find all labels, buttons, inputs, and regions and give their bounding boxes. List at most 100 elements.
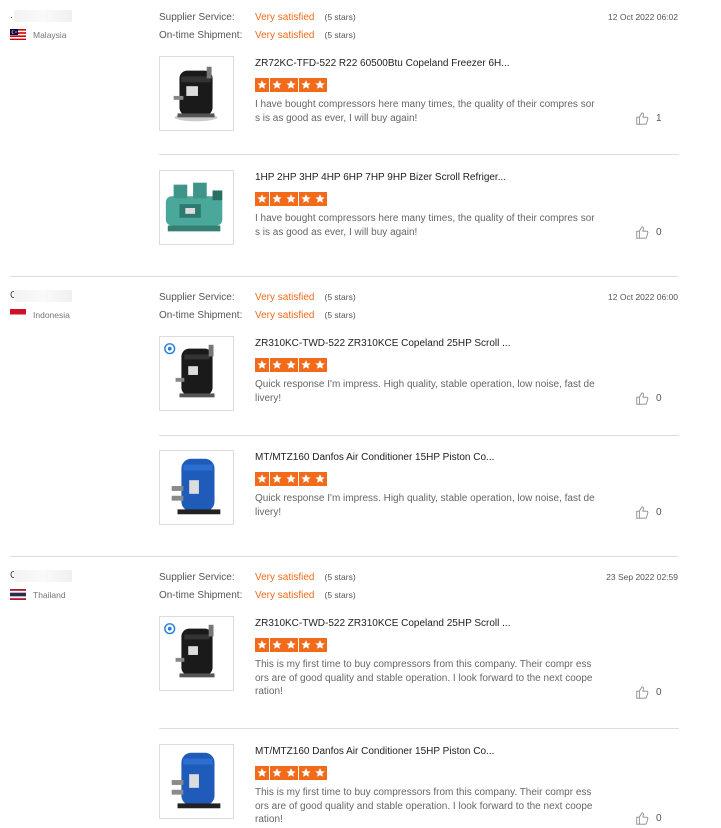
like-button[interactable]: 0 xyxy=(635,811,662,825)
indonesia-flag-icon xyxy=(10,309,26,320)
star-icon xyxy=(284,472,298,486)
product-thumbnail[interactable] xyxy=(159,56,234,131)
like-count: 0 xyxy=(656,812,662,824)
star-icon xyxy=(313,638,327,652)
star-icon xyxy=(298,472,313,486)
product-rating-stars xyxy=(255,472,328,486)
review-date: 12 Oct 2022 06:02 xyxy=(608,12,678,22)
review-date: 23 Sep 2022 02:59 xyxy=(606,572,678,582)
star-icon xyxy=(298,192,313,206)
star-icon xyxy=(313,78,327,92)
like-button[interactable]: 0 xyxy=(635,505,662,519)
product-title[interactable]: MT/MTZ160 Danfos Air Conditioner 15HP Pi… xyxy=(255,746,494,757)
product-title[interactable]: MT/MTZ160 Danfos Air Conditioner 15HP Pi… xyxy=(255,452,494,463)
star-icon xyxy=(284,638,298,652)
like-count: 0 xyxy=(656,506,662,518)
product-thumbnail[interactable] xyxy=(159,336,234,411)
reviewed-product: MT/MTZ160 Danfos Air Conditioner 15HP Pi… xyxy=(159,744,679,825)
like-button[interactable]: 0 xyxy=(635,685,662,699)
product-rating-stars xyxy=(255,766,328,780)
malaysia-flag-icon xyxy=(10,29,26,40)
product-thumbnail[interactable] xyxy=(159,744,234,819)
like-button[interactable]: 0 xyxy=(635,225,662,239)
star-icon xyxy=(284,192,298,206)
product-rating-stars xyxy=(255,638,328,652)
star-icon xyxy=(313,192,327,206)
buyer-info: . Malaysia xyxy=(10,10,130,40)
reviewed-product: ZR310KC-TWD-522 ZR310KCE Copeland 25HP S… xyxy=(159,336,679,416)
shipment-row: On-time Shipment: Very satisfied (5 star… xyxy=(159,590,356,601)
product-rating-stars xyxy=(255,78,328,92)
like-count: 1 xyxy=(656,112,662,124)
buyer-country: Malaysia xyxy=(10,29,130,40)
star-icon xyxy=(313,766,327,780)
review-card: C Indonesia Supplier Service: Very satis… xyxy=(0,280,721,557)
supplier-service-row: Supplier Service: Very satisfied (5 star… xyxy=(159,292,356,303)
review-card: . Malaysia Supplier Service: Very satisf… xyxy=(0,0,721,277)
review-comment: This is my first time to buy compressors… xyxy=(255,787,593,825)
name-redaction xyxy=(14,290,72,302)
buyer-info: C Indonesia xyxy=(10,290,130,320)
star-icon xyxy=(255,638,269,652)
reviewed-product: ZR72KC-TFD-522 R22 60500Btu Copeland Fre… xyxy=(159,56,679,136)
star-icon xyxy=(255,192,269,206)
star-icon xyxy=(269,766,284,780)
star-icon xyxy=(298,78,313,92)
like-button[interactable]: 0 xyxy=(635,391,662,405)
star-icon xyxy=(284,78,298,92)
product-thumbnail[interactable] xyxy=(159,450,234,525)
buyer-info: C Thailand xyxy=(10,570,130,600)
like-count: 0 xyxy=(656,226,662,238)
reviewed-product: 1HP 2HP 3HP 4HP 6HP 7HP 9HP Bizer Scroll… xyxy=(159,170,679,250)
thailand-flag-icon xyxy=(10,589,26,600)
name-redaction xyxy=(14,570,72,582)
product-divider xyxy=(159,435,679,436)
star-icon xyxy=(284,766,298,780)
buyer-country: Thailand xyxy=(10,589,130,600)
product-title[interactable]: ZR310KC-TWD-522 ZR310KCE Copeland 25HP S… xyxy=(255,338,510,349)
product-title[interactable]: ZR310KC-TWD-522 ZR310KCE Copeland 25HP S… xyxy=(255,618,510,629)
product-title[interactable]: ZR72KC-TFD-522 R22 60500Btu Copeland Fre… xyxy=(255,58,510,69)
black-scroll-compressor-image xyxy=(160,57,233,130)
thumbs-up-icon xyxy=(636,112,649,125)
black-scroll-compressor-badge-image xyxy=(160,337,233,410)
black-scroll-compressor-badge-image xyxy=(160,617,233,690)
star-icon xyxy=(269,358,284,372)
star-icon xyxy=(298,766,313,780)
thumbs-up-icon xyxy=(636,812,649,825)
buyer-country: Indonesia xyxy=(10,309,130,320)
review-ratings: Supplier Service: Very satisfied (5 star… xyxy=(159,572,459,608)
review-comment: I have bought compressors here many time… xyxy=(255,99,595,124)
star-icon xyxy=(298,358,313,372)
thumbs-up-icon xyxy=(636,686,649,699)
buyer-name: C xyxy=(10,570,130,584)
review-comment: Quick response I'm impress. High quality… xyxy=(255,379,595,404)
star-icon xyxy=(313,358,327,372)
review-ratings: Supplier Service: Very satisfied (5 star… xyxy=(159,292,459,328)
product-title[interactable]: 1HP 2HP 3HP 4HP 6HP 7HP 9HP Bizer Scroll… xyxy=(255,172,506,183)
review-divider xyxy=(10,276,678,277)
supplier-service-row: Supplier Service: Very satisfied (5 star… xyxy=(159,572,356,583)
product-divider xyxy=(159,154,679,155)
supplier-service-row: Supplier Service: Very satisfied (5 star… xyxy=(159,12,356,23)
product-rating-stars xyxy=(255,358,328,372)
name-redaction xyxy=(14,10,72,22)
product-thumbnail[interactable] xyxy=(159,616,234,691)
blue-compressor-image xyxy=(160,745,233,818)
thumbs-up-icon xyxy=(636,226,649,239)
reviewed-product: MT/MTZ160 Danfos Air Conditioner 15HP Pi… xyxy=(159,450,679,530)
star-icon xyxy=(298,638,313,652)
buyer-name: . xyxy=(10,10,130,24)
review-ratings: Supplier Service: Very satisfied (5 star… xyxy=(159,12,459,48)
product-thumbnail[interactable] xyxy=(159,170,234,245)
star-icon xyxy=(284,358,298,372)
like-button[interactable]: 1 xyxy=(635,111,662,125)
star-icon xyxy=(269,472,284,486)
review-divider xyxy=(10,556,678,557)
like-count: 0 xyxy=(656,392,662,404)
thumbs-up-icon xyxy=(636,506,649,519)
star-icon xyxy=(269,78,284,92)
green-piston-compressor-image xyxy=(160,171,233,244)
product-divider xyxy=(159,728,679,729)
star-icon xyxy=(269,192,284,206)
